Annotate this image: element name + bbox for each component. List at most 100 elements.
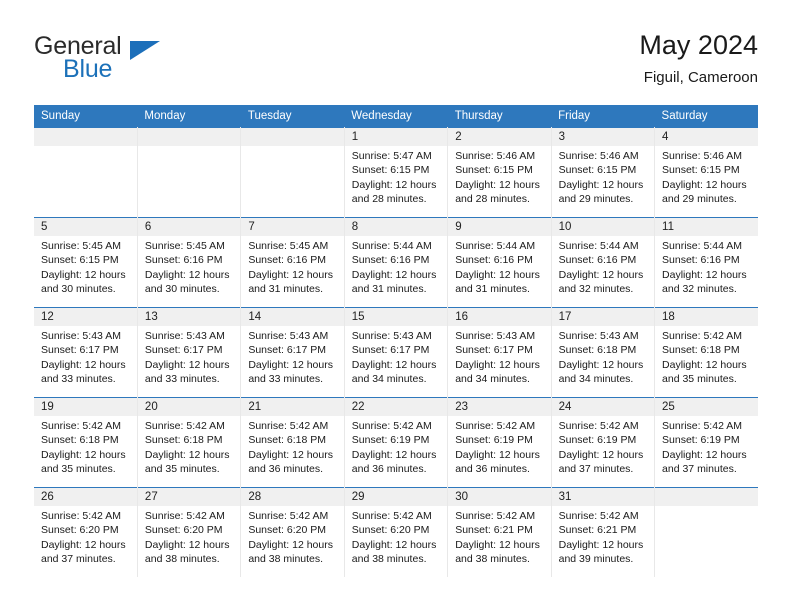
day-number: 22	[344, 398, 447, 416]
sunset-text: Sunset: 6:17 PM	[351, 344, 430, 357]
daylight-text-line1: Daylight: 12 hours	[351, 268, 437, 281]
daylight-text-line2: and 35 minutes.	[144, 463, 220, 476]
calendar-cell-day-31[interactable]: 31 Sunrise: 5:42 AM Sunset: 6:21 PM Dayligh…	[551, 487, 656, 577]
day-details: Sunrise: 5:42 AM Sunset: 6:18 PM Daylight:…	[138, 416, 240, 477]
calendar-cell-inner: 20 Sunrise: 5:42 AM Sunset: 6:18 PM Dayligh…	[137, 398, 240, 488]
calendar-cell-inner: 23 Sunrise: 5:42 AM Sunset: 6:19 PM Dayligh…	[448, 398, 551, 488]
calendar-cell-day-13[interactable]: 13 Sunrise: 5:43 AM Sunset: 6:17 PM Dayligh…	[137, 307, 242, 398]
sunrise-text: Sunrise: 5:44 AM	[662, 240, 742, 252]
calendar-cell-inner: 19 Sunrise: 5:42 AM Sunset: 6:18 PM Dayligh…	[34, 398, 137, 488]
calendar-cell-day-11[interactable]: 11 Sunrise: 5:44 AM Sunset: 6:16 PM Dayligh…	[654, 217, 758, 308]
calendar-cell-day-23[interactable]: 23 Sunrise: 5:42 AM Sunset: 6:19 PM Dayligh…	[447, 397, 552, 488]
day-details: Sunrise: 5:44 AM Sunset: 6:16 PM Daylight:…	[552, 236, 654, 297]
calendar-week-row: 26 Sunrise: 5:42 AM Sunset: 6:20 PM Dayligh…	[34, 487, 758, 577]
weekday-header-wednesday: Wednesday	[344, 105, 448, 128]
calendar-cell-inner: 17 Sunrise: 5:43 AM Sunset: 6:18 PM Dayligh…	[551, 308, 654, 398]
daylight-text-line2: and 33 minutes.	[248, 373, 324, 386]
sunset-text: Sunset: 6:21 PM	[558, 524, 637, 537]
daylight-text-line1: Daylight: 12 hours	[351, 538, 437, 551]
daylight-text-line1: Daylight: 12 hours	[248, 538, 333, 551]
calendar-cell-day-17[interactable]: 17 Sunrise: 5:43 AM Sunset: 6:18 PM Dayligh…	[551, 307, 656, 398]
sunrise-text: Sunrise: 5:46 AM	[662, 150, 742, 162]
calendar-cell-day-9[interactable]: 9 Sunrise: 5:44 AM Sunset: 6:16 PM Daylight…	[447, 217, 552, 308]
calendar-cell-day-8[interactable]: 8 Sunrise: 5:44 AM Sunset: 6:16 PM Daylight…	[344, 217, 449, 308]
day-number: 12	[34, 308, 137, 326]
sunset-text: Sunset: 6:15 PM	[455, 164, 533, 177]
calendar-week-row: 12 Sunrise: 5:43 AM Sunset: 6:17 PM Dayligh…	[34, 307, 758, 398]
daylight-text-line1: Daylight: 12 hours	[455, 448, 540, 461]
sunset-text: Sunset: 6:20 PM	[41, 524, 119, 537]
daylight-text-line1: Daylight: 12 hours	[558, 538, 644, 551]
day-number: 10	[551, 218, 654, 236]
calendar-week-row: 19 Sunrise: 5:42 AM Sunset: 6:18 PM Dayligh…	[34, 397, 758, 488]
sunset-text: Sunset: 6:21 PM	[455, 524, 533, 537]
sunset-text: Sunset: 6:20 PM	[144, 524, 223, 537]
daylight-text-line1: Daylight: 12 hours	[144, 268, 230, 281]
calendar-cell-inner: 29 Sunrise: 5:42 AM Sunset: 6:20 PM Dayligh…	[344, 488, 447, 577]
daylight-text-line1: Daylight: 12 hours	[558, 448, 644, 461]
day-details: Sunrise: 5:42 AM Sunset: 6:20 PM Daylight:…	[345, 506, 447, 567]
calendar-cell-inner: 25 Sunrise: 5:42 AM Sunset: 6:19 PM Dayligh…	[655, 398, 758, 488]
calendar-cell-day-18[interactable]: 18 Sunrise: 5:42 AM Sunset: 6:18 PM Dayligh…	[654, 307, 758, 398]
calendar-cell-inner: 12 Sunrise: 5:43 AM Sunset: 6:17 PM Dayligh…	[34, 308, 137, 398]
calendar-cell-day-4[interactable]: 4 Sunrise: 5:46 AM Sunset: 6:15 PM Daylight…	[654, 127, 758, 218]
calendar-cell-inner: 22 Sunrise: 5:42 AM Sunset: 6:19 PM Dayligh…	[344, 398, 447, 488]
calendar-cell-day-14[interactable]: 14 Sunrise: 5:43 AM Sunset: 6:17 PM Dayligh…	[240, 307, 345, 398]
calendar-cell-inner	[34, 128, 137, 218]
calendar-header-row: Sunday Monday Tuesday Wednesday Thursday…	[34, 105, 758, 128]
daylight-text-line2: and 33 minutes.	[41, 373, 116, 386]
day-number: 29	[344, 488, 447, 506]
sunrise-text: Sunrise: 5:42 AM	[41, 420, 121, 432]
calendar-cell-day-5[interactable]: 5 Sunrise: 5:45 AM Sunset: 6:15 PM Daylight…	[34, 217, 138, 308]
calendar-cell-inner: 26 Sunrise: 5:42 AM Sunset: 6:20 PM Dayligh…	[34, 488, 137, 577]
calendar-cell-day-10[interactable]: 10 Sunrise: 5:44 AM Sunset: 6:16 PM Dayligh…	[551, 217, 656, 308]
calendar-cell-inner: 31 Sunrise: 5:42 AM Sunset: 6:21 PM Dayligh…	[551, 488, 654, 577]
page-header: General Blue May 2024 Figuil, Cameroon	[34, 30, 758, 98]
calendar-cell-day-30[interactable]: 30 Sunrise: 5:42 AM Sunset: 6:21 PM Dayligh…	[447, 487, 552, 577]
daylight-text-line2: and 34 minutes.	[351, 373, 427, 386]
calendar-cell-inner: 1 Sunrise: 5:47 AM Sunset: 6:15 PM Daylight…	[344, 128, 447, 218]
calendar-cell-day-28[interactable]: 28 Sunrise: 5:42 AM Sunset: 6:20 PM Dayligh…	[240, 487, 345, 577]
daylight-text-line2: and 35 minutes.	[662, 373, 737, 386]
daylight-text-line2: and 29 minutes.	[558, 193, 634, 206]
calendar-cell-day-19[interactable]: 19 Sunrise: 5:42 AM Sunset: 6:18 PM Dayligh…	[34, 397, 138, 488]
daylight-text-line1: Daylight: 12 hours	[144, 538, 230, 551]
calendar-cell-day-7[interactable]: 7 Sunrise: 5:45 AM Sunset: 6:16 PM Daylight…	[240, 217, 345, 308]
calendar-cell-day-26[interactable]: 26 Sunrise: 5:42 AM Sunset: 6:20 PM Dayligh…	[34, 487, 138, 577]
calendar-cell-day-25[interactable]: 25 Sunrise: 5:42 AM Sunset: 6:19 PM Dayligh…	[654, 397, 758, 488]
day-number: 2	[448, 128, 551, 146]
day-number	[34, 128, 137, 146]
calendar-cell-day-16[interactable]: 16 Sunrise: 5:43 AM Sunset: 6:17 PM Dayligh…	[447, 307, 552, 398]
calendar-cell-inner: 28 Sunrise: 5:42 AM Sunset: 6:20 PM Dayligh…	[241, 488, 344, 577]
calendar-cell-day-6[interactable]: 6 Sunrise: 5:45 AM Sunset: 6:16 PM Daylight…	[137, 217, 242, 308]
sunrise-text: Sunrise: 5:42 AM	[248, 510, 329, 522]
calendar-cell-day-21[interactable]: 21 Sunrise: 5:42 AM Sunset: 6:18 PM Dayligh…	[240, 397, 345, 488]
calendar-cell-inner: 13 Sunrise: 5:43 AM Sunset: 6:17 PM Dayligh…	[137, 308, 240, 398]
title-block: May 2024 Figuil, Cameroon	[639, 28, 758, 89]
calendar-cell-day-15[interactable]: 15 Sunrise: 5:43 AM Sunset: 6:17 PM Dayligh…	[344, 307, 449, 398]
daylight-text-line1: Daylight: 12 hours	[455, 268, 540, 281]
sunrise-text: Sunrise: 5:44 AM	[558, 240, 639, 252]
daylight-text-line1: Daylight: 12 hours	[558, 268, 644, 281]
calendar-cell-day-3[interactable]: 3 Sunrise: 5:46 AM Sunset: 6:15 PM Daylight…	[551, 127, 656, 218]
day-number: 1	[344, 128, 447, 146]
sunrise-text: Sunrise: 5:45 AM	[41, 240, 121, 252]
calendar-cell-day-2[interactable]: 2 Sunrise: 5:46 AM Sunset: 6:15 PM Daylight…	[447, 127, 552, 218]
day-number: 8	[344, 218, 447, 236]
calendar-cell-day-1[interactable]: 1 Sunrise: 5:47 AM Sunset: 6:15 PM Daylight…	[344, 127, 449, 218]
calendar-cell-inner: 7 Sunrise: 5:45 AM Sunset: 6:16 PM Daylight…	[241, 218, 344, 308]
sunset-text: Sunset: 6:16 PM	[248, 254, 326, 267]
calendar-cell-day-20[interactable]: 20 Sunrise: 5:42 AM Sunset: 6:18 PM Dayligh…	[137, 397, 242, 488]
calendar-cell-day-24[interactable]: 24 Sunrise: 5:42 AM Sunset: 6:19 PM Dayligh…	[551, 397, 656, 488]
daylight-text-line1: Daylight: 12 hours	[662, 178, 747, 191]
daylight-text-line1: Daylight: 12 hours	[455, 178, 540, 191]
day-number: 11	[655, 218, 758, 236]
calendar-cell-day-22[interactable]: 22 Sunrise: 5:42 AM Sunset: 6:19 PM Dayligh…	[344, 397, 449, 488]
calendar-cell-day-29[interactable]: 29 Sunrise: 5:42 AM Sunset: 6:20 PM Dayligh…	[344, 487, 449, 577]
daylight-text-line2: and 37 minutes.	[558, 463, 634, 476]
calendar-cell-day-27[interactable]: 27 Sunrise: 5:42 AM Sunset: 6:20 PM Dayligh…	[137, 487, 242, 577]
daylight-text-line1: Daylight: 12 hours	[662, 358, 747, 371]
calendar-cell-inner: 15 Sunrise: 5:43 AM Sunset: 6:17 PM Dayligh…	[344, 308, 447, 398]
calendar-cell-day-12[interactable]: 12 Sunrise: 5:43 AM Sunset: 6:17 PM Dayligh…	[34, 307, 138, 398]
daylight-text-line1: Daylight: 12 hours	[144, 448, 230, 461]
